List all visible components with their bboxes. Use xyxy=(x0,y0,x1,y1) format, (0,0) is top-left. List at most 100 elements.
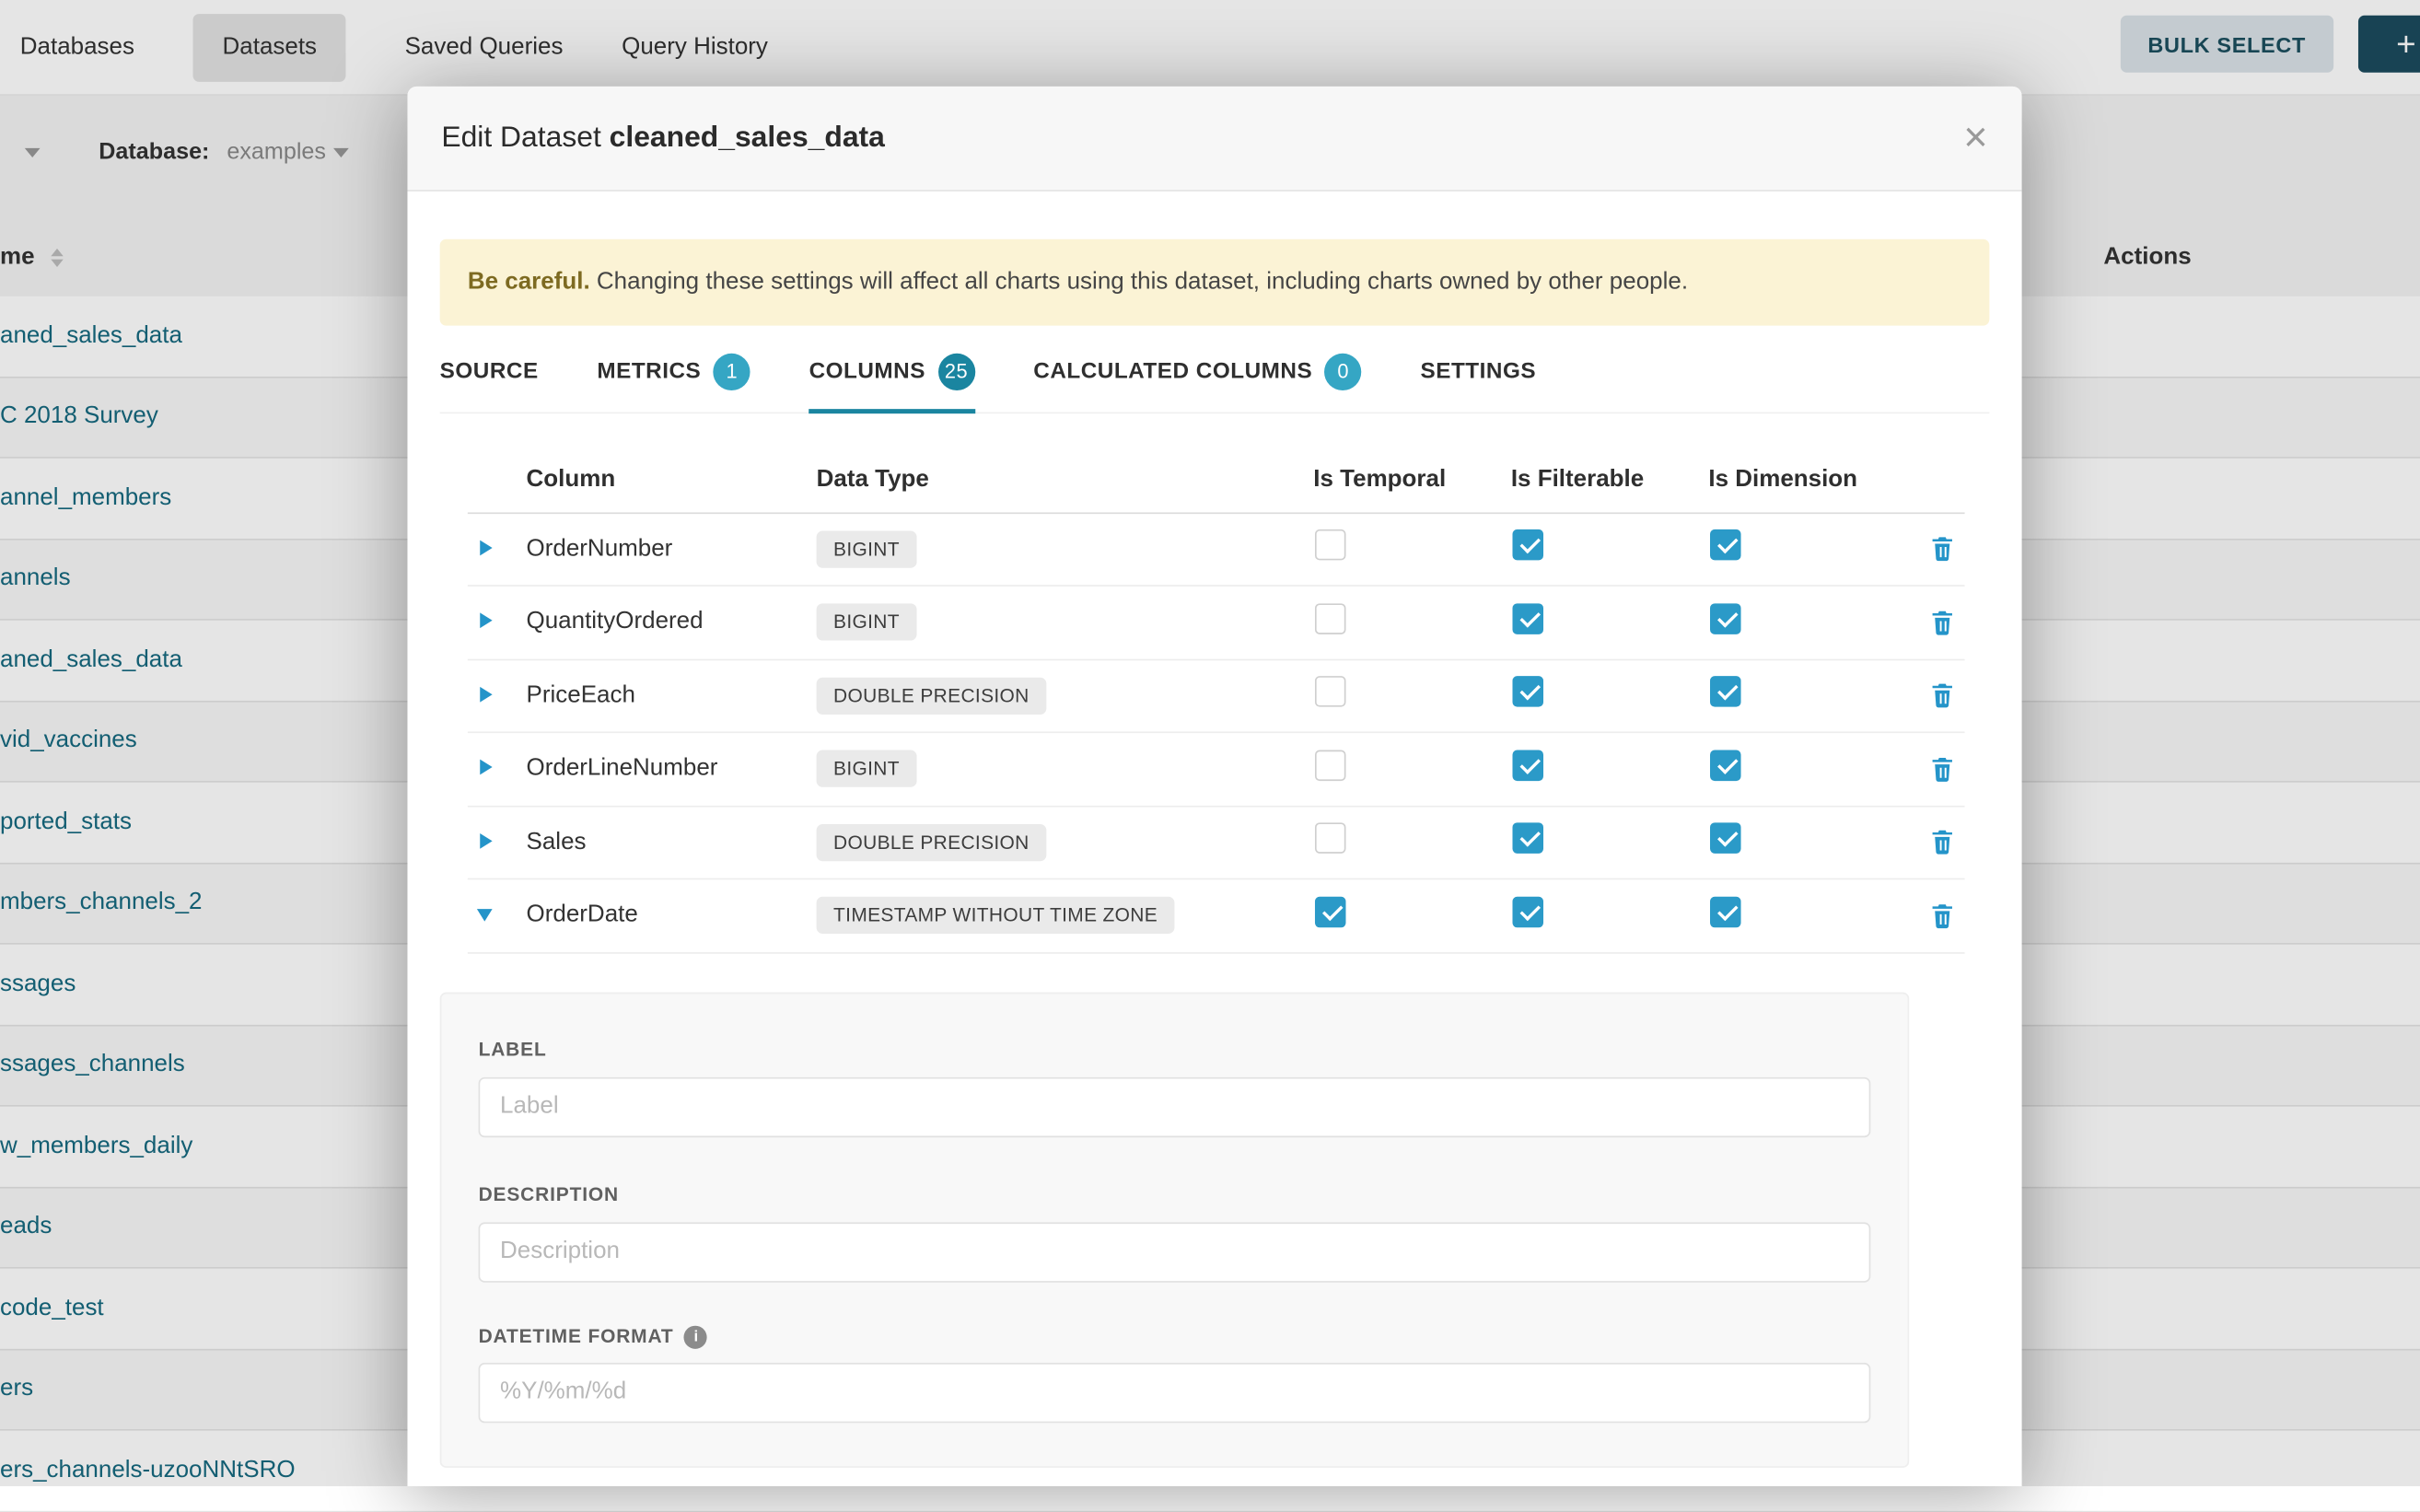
column-name: PriceEach xyxy=(527,682,817,710)
column-header-column: Column xyxy=(527,466,817,494)
modal-tabs: SOURCE METRICS 1 COLUMNS 25 CALCULATED COLUMN… xyxy=(440,353,1990,413)
is-temporal-checkbox[interactable] xyxy=(1315,897,1346,928)
is-temporal-checkbox[interactable] xyxy=(1315,750,1346,781)
is-dimension-checkbox[interactable] xyxy=(1710,750,1741,781)
data-type-pill: TIMESTAMP WITHOUT TIME ZONE xyxy=(817,898,1175,935)
delete-column-icon[interactable] xyxy=(1929,902,1965,928)
data-type-pill: DOUBLE PRECISION xyxy=(817,678,1046,715)
column-row: OrderLineNumberBIGINT xyxy=(468,733,1965,807)
is-filterable-checkbox[interactable] xyxy=(1512,677,1543,708)
expand-cell xyxy=(468,609,527,636)
data-type-cell: BIGINT xyxy=(817,604,1314,641)
data-type-cell: BIGINT xyxy=(817,530,1314,567)
data-type-cell: TIMESTAMP WITHOUT TIME ZONE xyxy=(817,898,1314,935)
column-header-is-temporal: Is Temporal xyxy=(1313,466,1511,494)
delete-column-icon[interactable] xyxy=(1929,830,1965,855)
is-temporal-checkbox[interactable] xyxy=(1315,603,1346,634)
expand-cell xyxy=(468,535,527,563)
expand-caret-icon[interactable] xyxy=(480,541,492,556)
columns-table: ColumnData TypeIs TemporalIs FilterableI… xyxy=(468,450,1965,953)
expand-caret-icon[interactable] xyxy=(480,687,492,703)
columns-table-header: ColumnData TypeIs TemporalIs FilterableI… xyxy=(468,450,1965,514)
tab-label: COLUMNS xyxy=(809,359,925,384)
expand-cell xyxy=(468,902,527,930)
expand-caret-icon[interactable] xyxy=(480,760,492,775)
modal-title-prefix: Edit Dataset xyxy=(441,122,609,154)
tab-label: SOURCE xyxy=(440,359,539,384)
is-filterable-checkbox[interactable] xyxy=(1512,750,1543,781)
data-type-cell: DOUBLE PRECISION xyxy=(817,678,1314,715)
description-field: DESCRIPTION xyxy=(479,1181,1871,1283)
label-input[interactable] xyxy=(479,1076,1871,1136)
is-dimension-checkbox[interactable] xyxy=(1710,897,1741,928)
column-header-is-filterable: Is Filterable xyxy=(1511,466,1709,494)
label-field-label: LABEL xyxy=(479,1038,547,1059)
info-icon[interactable]: i xyxy=(684,1325,707,1348)
columns-table-body: OrderNumberBIGINTQuantityOrderedBIGINTPr… xyxy=(468,514,1965,954)
is-filterable-checkbox[interactable] xyxy=(1512,603,1543,634)
edit-dataset-modal: Edit Dataset cleaned_sales_data × Be car… xyxy=(407,87,2021,1486)
datetime-format-field-label: DATETIME FORMAT xyxy=(479,1326,674,1347)
is-temporal-checkbox[interactable] xyxy=(1315,677,1346,708)
is-temporal-checkbox[interactable] xyxy=(1315,530,1346,562)
collapse-caret-icon[interactable] xyxy=(477,910,493,922)
delete-column-icon[interactable] xyxy=(1929,610,1965,635)
description-input[interactable] xyxy=(479,1222,1871,1282)
tab-badge: 25 xyxy=(937,353,974,390)
description-field-label: DESCRIPTION xyxy=(479,1183,619,1204)
expand-cell xyxy=(468,829,527,856)
column-row: OrderNumberBIGINT xyxy=(468,514,1965,587)
delete-column-icon[interactable] xyxy=(1929,536,1965,562)
is-dimension-checkbox[interactable] xyxy=(1710,603,1741,634)
modal-title: Edit Dataset cleaned_sales_data xyxy=(441,122,885,156)
expand-caret-icon[interactable] xyxy=(480,833,492,849)
tab-calculated-columns[interactable]: CALCULATED COLUMNS 0 xyxy=(1033,353,1362,413)
column-header-data-type: Data Type xyxy=(817,466,1314,494)
tab-badge: 0 xyxy=(1325,353,1362,390)
data-type-pill: BIGINT xyxy=(817,530,917,567)
tab-settings[interactable]: SETTINGS xyxy=(1421,353,1537,413)
data-type-pill: BIGINT xyxy=(817,750,917,787)
tab-metrics[interactable]: METRICS 1 xyxy=(597,353,750,413)
tab-badge: 1 xyxy=(714,353,750,390)
data-type-pill: BIGINT xyxy=(817,604,917,641)
is-filterable-checkbox[interactable] xyxy=(1512,897,1543,928)
column-name: Sales xyxy=(527,829,817,856)
column-name: OrderNumber xyxy=(527,535,817,563)
tab-label: CALCULATED COLUMNS xyxy=(1033,359,1312,384)
modal-dataset-name: cleaned_sales_data xyxy=(610,122,885,154)
column-name: OrderLineNumber xyxy=(527,755,817,783)
label-field: LABEL xyxy=(479,1035,1871,1137)
expanded-column-editor: LABEL DESCRIPTION DATETIME FORMAT i xyxy=(440,992,1910,1467)
datetime-format-field: DATETIME FORMAT i xyxy=(479,1325,1871,1423)
data-type-pill: DOUBLE PRECISION xyxy=(817,824,1046,861)
tab-label: SETTINGS xyxy=(1421,359,1537,384)
tab-label: METRICS xyxy=(597,359,701,384)
expand-caret-icon[interactable] xyxy=(480,613,492,629)
delete-column-icon[interactable] xyxy=(1929,756,1965,782)
is-dimension-checkbox[interactable] xyxy=(1710,677,1741,708)
warning-text: Changing these settings will affect all … xyxy=(597,269,1688,295)
data-type-cell: BIGINT xyxy=(817,750,1314,787)
expand-cell xyxy=(468,682,527,710)
app: DatabasesDatasetsSaved QueriesQuery Hist… xyxy=(0,0,2420,1486)
datetime-format-input[interactable] xyxy=(479,1362,1871,1422)
tab-source[interactable]: SOURCE xyxy=(440,353,539,413)
is-filterable-checkbox[interactable] xyxy=(1512,823,1543,855)
column-row: PriceEachDOUBLE PRECISION xyxy=(468,660,1965,734)
close-icon[interactable]: × xyxy=(1963,117,1987,158)
column-name: QuantityOrdered xyxy=(527,609,817,636)
modal-header: Edit Dataset cleaned_sales_data × xyxy=(407,87,2021,192)
is-dimension-checkbox[interactable] xyxy=(1710,823,1741,855)
modal-body: Be careful. Changing these settings will… xyxy=(407,239,2021,1468)
tab-columns[interactable]: COLUMNS 25 xyxy=(809,353,975,413)
is-temporal-checkbox[interactable] xyxy=(1315,823,1346,855)
column-row: OrderDateTIMESTAMP WITHOUT TIME ZONE xyxy=(468,880,1965,954)
column-row: QuantityOrderedBIGINT xyxy=(468,587,1965,660)
column-header-is-dimension: Is Dimension xyxy=(1708,466,1929,494)
column-row: SalesDOUBLE PRECISION xyxy=(468,807,1965,880)
is-filterable-checkbox[interactable] xyxy=(1512,530,1543,562)
delete-column-icon[interactable] xyxy=(1929,683,1965,709)
is-dimension-checkbox[interactable] xyxy=(1710,530,1741,562)
expand-cell xyxy=(468,755,527,783)
